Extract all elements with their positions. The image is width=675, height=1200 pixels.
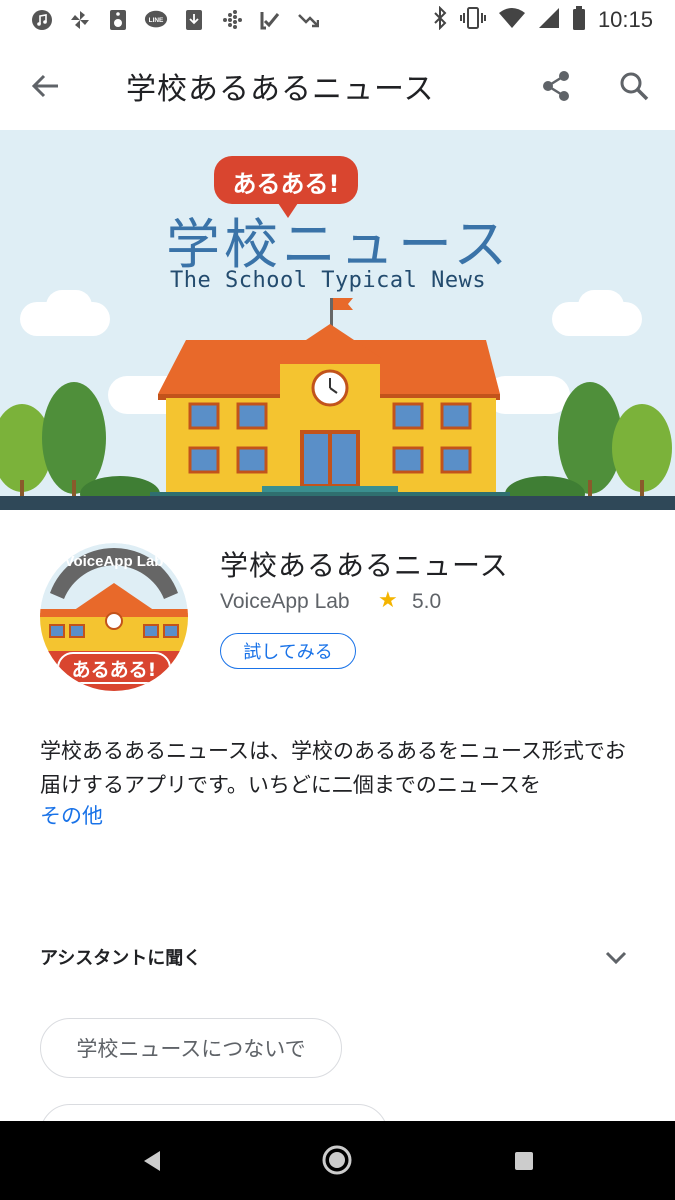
- wifi-icon: [498, 7, 526, 33]
- nav-back-button[interactable]: [138, 1147, 166, 1175]
- signal-icon: [538, 7, 560, 33]
- clock-time: 10:15: [597, 7, 653, 32]
- bluetooth-icon: [432, 5, 448, 34]
- system-icons: 10:15: [432, 5, 653, 34]
- banner-ground: [0, 496, 675, 510]
- rating-value: 5.0: [412, 590, 442, 613]
- app-icon-top-text: VoiceApp Lab: [64, 553, 164, 570]
- pinwheel-icon: [68, 8, 92, 32]
- app-bar: 学校あるあるニュース: [0, 40, 675, 130]
- developer-name[interactable]: VoiceApp Lab: [220, 590, 350, 614]
- vibrate-icon: [459, 6, 486, 34]
- arrow-back-icon: [31, 74, 58, 98]
- chevron-down-icon[interactable]: [600, 942, 632, 974]
- ask-assistant-header[interactable]: アシスタントに聞く: [40, 944, 201, 970]
- trend-icon: [296, 8, 320, 32]
- search-icon: [620, 72, 649, 101]
- navigation-bar: [0, 1121, 675, 1200]
- fitbit-icon: [220, 8, 244, 32]
- notification-icons: LINE: [30, 8, 320, 32]
- school-illustration: [0, 298, 672, 510]
- line-icon: LINE: [144, 8, 168, 32]
- nav-home-button[interactable]: [320, 1143, 354, 1177]
- app-description: 学校あるあるニュースは、学校のあるあるをニュース形式でお届けするアプリです。いち…: [40, 739, 626, 797]
- svg-text:LINE: LINE: [149, 17, 164, 24]
- triangle-back-icon: [144, 1151, 160, 1171]
- home-circle-icon: [322, 1145, 352, 1175]
- share-button[interactable]: [536, 66, 576, 106]
- status-bar: LINE 10:15: [0, 0, 675, 40]
- feature-banner: あるある! 学校ニュース The School Typical News: [0, 130, 675, 510]
- search-button[interactable]: [614, 66, 654, 106]
- check-icon: [258, 8, 282, 32]
- try-it-button[interactable]: 試してみる: [220, 633, 356, 669]
- download-icon: [182, 8, 206, 32]
- music-icon: [30, 8, 54, 32]
- square-recents-icon: [515, 1152, 533, 1170]
- nav-recents-button[interactable]: [512, 1149, 536, 1173]
- speaker-icon: [106, 8, 130, 32]
- app-icon-bottom-text: あるある!: [71, 659, 157, 681]
- share-icon: [543, 71, 569, 101]
- app-name: 学校あるあるニュース: [220, 549, 509, 582]
- more-link[interactable]: その他: [40, 800, 103, 830]
- suggestion-chip[interactable]: 学校ニュースにつないで: [40, 1018, 342, 1078]
- back-button[interactable]: [26, 66, 66, 106]
- page-title: 学校あるあるニュース: [126, 72, 435, 107]
- app-icon[interactable]: VoiceApp Lab あるある!: [40, 543, 188, 691]
- bubble-text: あるある!: [232, 170, 340, 198]
- star-icon: ★: [378, 588, 398, 613]
- battery-icon: [572, 6, 586, 34]
